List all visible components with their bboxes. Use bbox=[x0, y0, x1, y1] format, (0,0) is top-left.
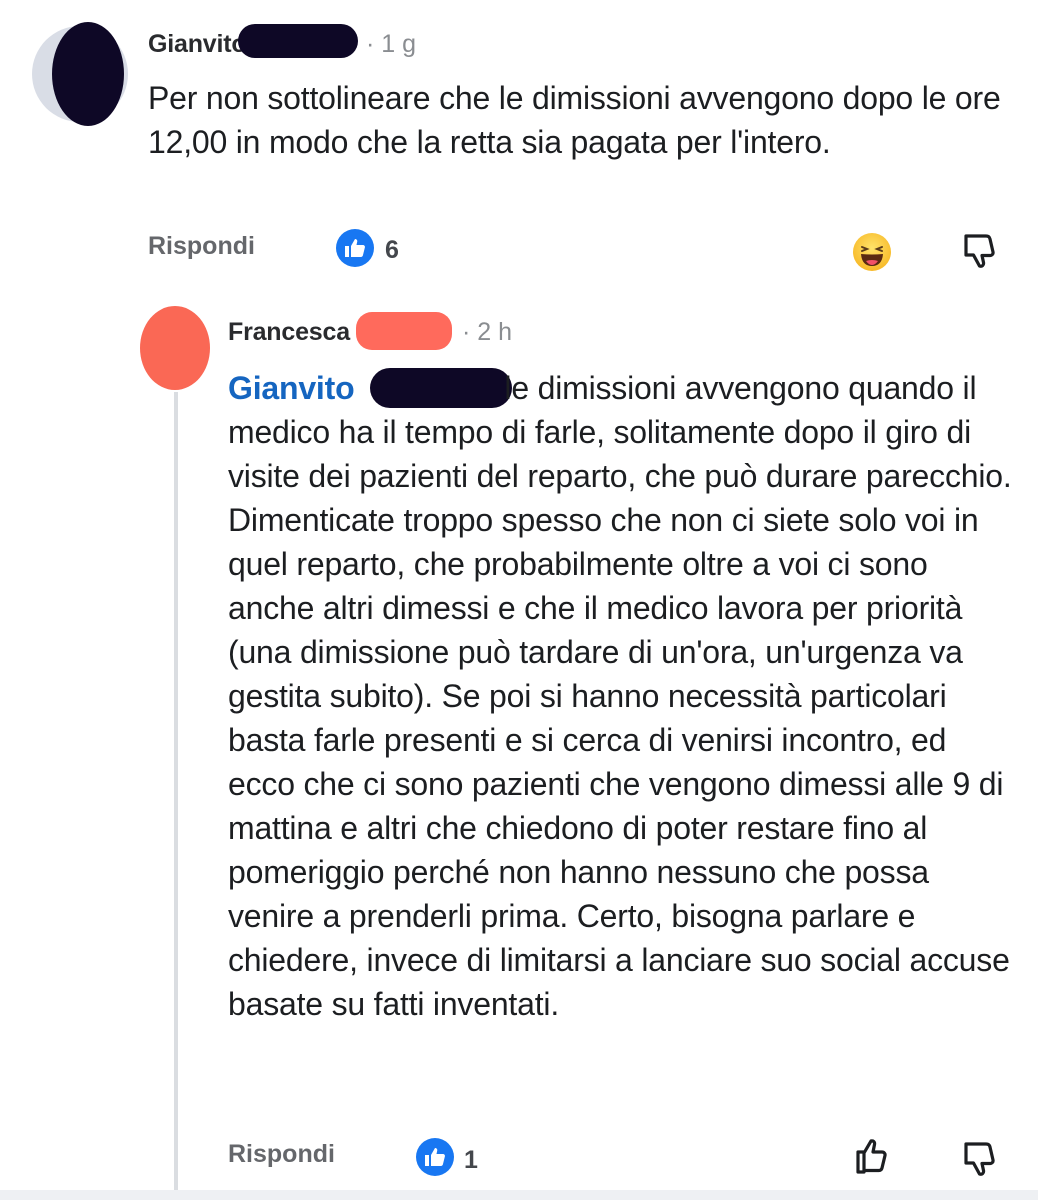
comment-author-name[interactable]: Francesca bbox=[228, 318, 350, 347]
reply-button[interactable]: Rispondi bbox=[228, 1140, 335, 1169]
thumbs-up-icon[interactable] bbox=[852, 1134, 896, 1178]
thumbs-up-icon bbox=[345, 239, 365, 257]
avatar-redaction bbox=[52, 22, 124, 126]
like-reaction-badge[interactable] bbox=[336, 229, 374, 267]
reply-thread-line bbox=[174, 392, 178, 1200]
mention-link[interactable]: Gianvito bbox=[228, 370, 355, 406]
comment-text: Per non sottolineare che le dimissioni a… bbox=[148, 80, 1001, 160]
comment-text: Gianvito le dimissioni avvengono quando i… bbox=[228, 366, 1018, 1026]
thumbs-down-icon[interactable] bbox=[958, 228, 1002, 272]
name-redaction bbox=[238, 24, 358, 58]
thumbs-down-icon[interactable] bbox=[958, 1136, 1002, 1180]
name-redaction bbox=[356, 312, 452, 350]
comment-timestamp: · 1 g bbox=[366, 30, 417, 58]
like-reaction-badge[interactable] bbox=[416, 1138, 454, 1176]
comment-author-name[interactable]: Gianvito bbox=[148, 30, 247, 59]
reply-button[interactable]: Rispondi bbox=[148, 232, 255, 261]
like-count: 6 bbox=[385, 236, 399, 264]
comment-timestamp: · 2 h bbox=[462, 318, 513, 346]
commenter-avatar[interactable] bbox=[140, 306, 210, 390]
bottom-separator bbox=[0, 1190, 1038, 1200]
comment-body: le dimissioni avvengono quando il medico… bbox=[228, 370, 1012, 1022]
like-count: 1 bbox=[464, 1146, 478, 1174]
laughing-face-icon[interactable] bbox=[852, 232, 892, 272]
thumbs-up-icon bbox=[425, 1148, 445, 1166]
